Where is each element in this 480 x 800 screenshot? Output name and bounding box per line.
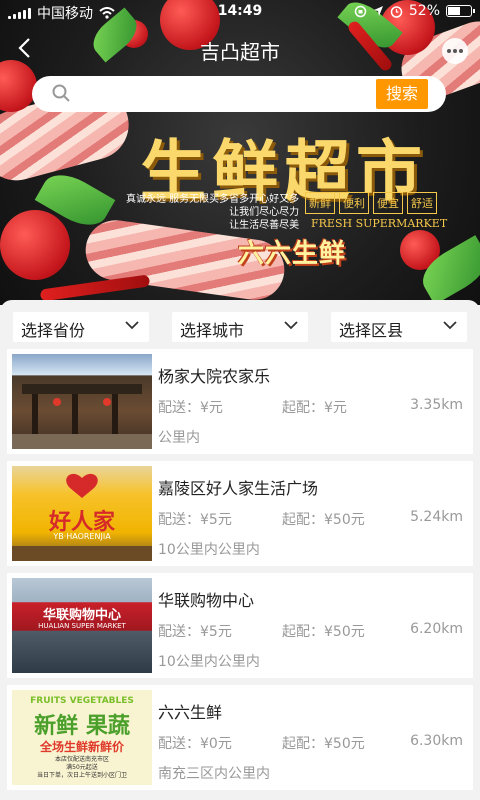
store-thumbnail: 好人家 YB·HAORENJIA — [12, 466, 152, 561]
delivery-label: 配送： — [158, 736, 200, 752]
store-card[interactable]: 华联购物中心 HUALIAN SUPER MARKET 华联购物中心 配送：¥5… — [7, 573, 473, 678]
thumb-sign-note: 本店仅配送南充市区 满50元起送 当日下单，次日上午送到小区门卫 — [12, 756, 152, 780]
banner-english-title: FRESH SUPERMARKET — [311, 217, 448, 230]
banner-tag: 舒适 — [407, 192, 437, 214]
battery-percent: 52% — [408, 3, 440, 19]
minimum-label: 起配： — [282, 512, 324, 528]
store-thumbnail: FRUITS VEGETABLES 新鲜 果蔬 全场生鲜新鲜价 本店仅配送南充市… — [12, 690, 152, 785]
banner-slogan: 真诚永远 服务无限买多省多开心好又多 让我们尽心尽力 让生活尽善尽美 — [126, 193, 299, 232]
search-button[interactable]: 搜索 — [376, 79, 428, 109]
thumb-sign-subtext: 全场生鲜新鲜价 — [39, 740, 124, 754]
more-dot-icon — [459, 49, 463, 53]
delivery-range: 南充三区内公里内 — [158, 766, 270, 782]
banner-slogan-line: 让我们尽心尽力 — [229, 207, 300, 218]
store-thumbnail — [12, 354, 152, 449]
search-icon — [52, 84, 70, 102]
store-distance: 6.20km — [410, 621, 463, 637]
thumb-note-line: 本店仅配送南充市区 — [54, 756, 109, 763]
delivery-value: ¥5元 — [200, 512, 232, 528]
store-name: 杨家大院农家乐 — [158, 367, 271, 386]
banner-brand: 六六生鲜 — [238, 239, 347, 269]
store-name: 嘉陵区好人家生活广场 — [158, 479, 319, 498]
minimum-value: ¥50元 — [324, 624, 365, 640]
more-dot-icon — [447, 49, 451, 53]
minimum-label: 起配： — [282, 624, 324, 640]
filter-bar: 选择省份 选择城市 选择区县 — [0, 300, 480, 348]
delivery-fee: 配送：¥5元 — [158, 509, 232, 529]
banner-slogan-line: 真诚永远 服务无限买多省多开心好又多 — [126, 194, 300, 205]
minimum-value: ¥元 — [324, 400, 347, 416]
store-name: 华联购物中心 — [158, 591, 255, 610]
minimum-value: ¥50元 — [324, 512, 365, 528]
alarm-icon — [390, 5, 403, 18]
delivery-fee: 配送：¥5元 — [158, 621, 232, 641]
thumb-sign-subtext: HUALIAN SUPER MARKET — [38, 622, 126, 630]
banner-tags: 新鲜 便利 便宜 舒适 — [305, 192, 437, 214]
minimum-order: 起配：¥元 — [282, 397, 347, 417]
province-select[interactable]: 选择省份 — [13, 312, 149, 342]
store-distance: 5.24km — [410, 509, 463, 525]
minimum-order: 起配：¥50元 — [282, 509, 365, 529]
thumb-sign-text: 新鲜 果蔬 — [34, 714, 130, 739]
delivery-label: 配送： — [158, 624, 200, 640]
search-input[interactable] — [82, 82, 402, 106]
battery-icon — [446, 5, 475, 17]
banner-tag: 便利 — [339, 192, 369, 214]
chili-decoration — [39, 274, 151, 302]
city-select-label: 选择城市 — [180, 321, 245, 340]
delivery-label: 配送： — [158, 512, 200, 528]
banner-tag: 便宜 — [373, 192, 403, 214]
orientation-lock-icon — [354, 5, 367, 17]
delivery-fee: 配送：¥元 — [158, 397, 223, 417]
store-card[interactable]: 杨家大院农家乐 配送：¥元 起配：¥元 3.35km 公里内 — [7, 349, 473, 454]
more-button[interactable] — [442, 38, 468, 64]
thumb-sign-text: 华联购物中心 — [42, 608, 121, 623]
delivery-fee: 配送：¥0元 — [158, 733, 232, 753]
thumb-sign-english: FRUITS VEGETABLES — [30, 696, 134, 706]
chevron-down-icon — [284, 321, 298, 330]
banner-slogan-line: 让生活尽善尽美 — [229, 220, 300, 231]
delivery-range: 10公里内公里内 — [158, 542, 260, 558]
page-title: 吉凸超市 — [200, 40, 280, 64]
city-select[interactable]: 选择城市 — [172, 312, 308, 342]
delivery-value: ¥5元 — [200, 624, 232, 640]
delivery-range: 公里内 — [158, 430, 200, 446]
search-bar: 搜索 — [32, 76, 446, 112]
store-distance: 3.35km — [410, 397, 463, 413]
location-icon — [373, 6, 383, 16]
minimum-value: ¥50元 — [324, 736, 365, 752]
delivery-value: ¥元 — [200, 400, 223, 416]
province-select-label: 选择省份 — [21, 321, 86, 340]
district-select[interactable]: 选择区县 — [331, 312, 467, 342]
minimum-order: 起配：¥50元 — [282, 621, 365, 641]
store-thumbnail: 华联购物中心 HUALIAN SUPER MARKET — [12, 578, 152, 673]
district-select-label: 选择区县 — [339, 321, 404, 340]
delivery-label: 配送： — [158, 400, 200, 416]
minimum-order: 起配：¥50元 — [282, 733, 365, 753]
delivery-range: 10公里内公里内 — [158, 654, 260, 670]
store-card[interactable]: 好人家 YB·HAORENJIA 嘉陵区好人家生活广场 配送：¥5元 起配：¥5… — [7, 461, 473, 566]
status-right: 52% — [354, 3, 475, 19]
thumb-note-line: 满50元起送 — [66, 764, 98, 771]
store-name: 六六生鲜 — [158, 703, 223, 722]
delivery-value: ¥0元 — [200, 736, 232, 752]
thumb-note-line: 当日下单，次日上午送到小区门卫 — [36, 772, 127, 779]
chevron-down-icon — [443, 321, 457, 330]
thumb-sign-subtext: YB·HAORENJIA — [53, 532, 111, 541]
status-bar: 中国移动 14:49 52% — [0, 0, 480, 24]
tomato-decoration — [0, 210, 70, 280]
minimum-label: 起配： — [282, 400, 324, 416]
store-distance: 6.30km — [410, 733, 463, 749]
banner-tag: 新鲜 — [305, 192, 335, 214]
minimum-label: 起配： — [282, 736, 324, 752]
store-card[interactable]: FRUITS VEGETABLES 新鲜 果蔬 全场生鲜新鲜价 本店仅配送南充市… — [7, 685, 473, 790]
chevron-down-icon — [125, 321, 139, 330]
more-dot-icon — [453, 49, 457, 53]
